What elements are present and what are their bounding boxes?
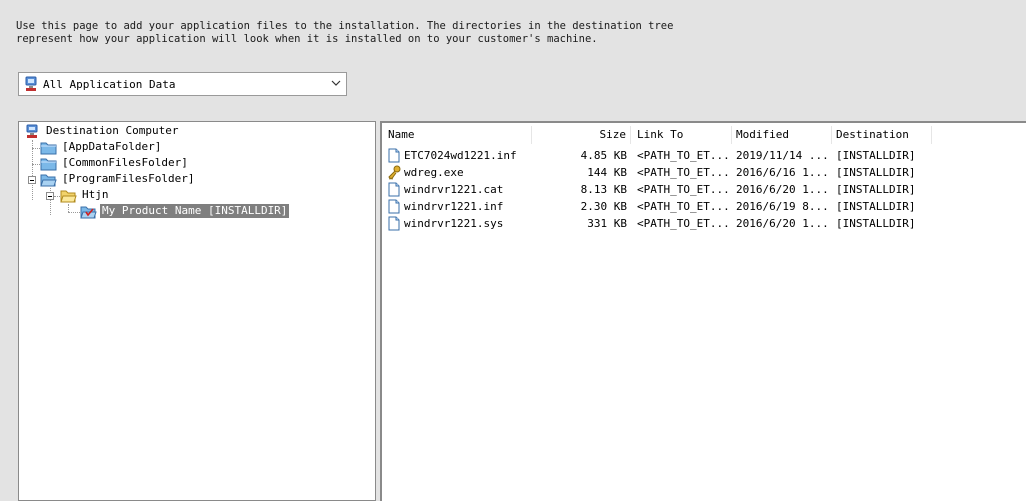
cell-destination: [INSTALLDIR] <box>836 217 916 230</box>
file-icon <box>388 182 400 197</box>
cell-link: <PATH_TO_ET... <box>637 149 730 162</box>
cell-destination: [INSTALLDIR] <box>836 200 916 213</box>
tree-node-commonfilesfolder[interactable]: [CommonFilesFolder] <box>40 155 190 171</box>
cell-modified: 2016/6/20 1... <box>736 217 829 230</box>
cell-modified: 2016/6/20 1... <box>736 183 829 196</box>
tree-node-label: My Product Name [INSTALLDIR] <box>100 204 290 218</box>
key-executable-icon <box>388 165 401 180</box>
tree-node-label: Htjn <box>82 188 109 201</box>
file-icon <box>388 148 400 163</box>
destination-tree[interactable]: Destination Computer [AppDataFolder] [Co… <box>18 121 376 501</box>
filter-selected-value: All Application Data <box>43 77 176 91</box>
installer-computer-icon <box>26 124 38 138</box>
tree-root-destination-computer[interactable]: Destination Computer <box>24 123 180 139</box>
table-row[interactable]: wdreg.exe 144 KB <PATH_TO_ET... 2016/6/1… <box>382 164 1026 181</box>
table-row[interactable]: ETC7024wd1221.inf 4.85 KB <PATH_TO_ET...… <box>382 147 1026 164</box>
folder-icon <box>40 142 57 154</box>
tree-node-label: [AppDataFolder] <box>62 140 162 153</box>
tree-node-label: Destination Computer <box>46 124 179 137</box>
cell-name: windrvr1221.cat <box>404 183 504 196</box>
column-header-modified[interactable]: Modified <box>732 126 832 144</box>
folder-icon <box>40 158 57 170</box>
table-row[interactable]: windrvr1221.cat 8.13 KB <PATH_TO_ET... 2… <box>382 181 1026 198</box>
cell-size: 8.13 KB <box>580 183 627 196</box>
column-header-link-to[interactable]: Link To <box>633 126 732 144</box>
tree-node-programfilesfolder[interactable]: [ProgramFilesFolder] <box>40 171 196 187</box>
column-header-destination[interactable]: Destination <box>832 126 932 144</box>
cell-link: <PATH_TO_ET... <box>637 183 730 196</box>
list-header: Name Size Link To Modified Destination <box>382 126 1026 144</box>
filter-dropdown[interactable]: All Application Data <box>18 72 347 96</box>
chevron-down-icon[interactable] <box>331 78 341 88</box>
collapse-programfiles-toggle[interactable] <box>28 176 36 184</box>
cell-destination: [INSTALLDIR] <box>836 183 916 196</box>
installer-computer-icon <box>25 76 37 91</box>
cell-link: <PATH_TO_ET... <box>637 166 730 179</box>
file-icon <box>388 199 400 214</box>
files-list[interactable]: Name Size Link To Modified Destination E… <box>380 121 1026 501</box>
cell-name: wdreg.exe <box>404 166 464 179</box>
page-description: Use this page to add your application fi… <box>16 20 674 45</box>
tree-node-label: [CommonFilesFolder] <box>62 156 188 169</box>
folder-open-icon <box>40 174 57 186</box>
cell-size: 4.85 KB <box>580 149 627 162</box>
tree-node-appdatafolder[interactable]: [AppDataFolder] <box>40 139 163 155</box>
cell-name: windrvr1221.inf <box>404 200 504 213</box>
cell-name: windrvr1221.sys <box>404 217 504 230</box>
component-folder-icon <box>80 206 97 218</box>
column-header-size[interactable]: Size <box>532 126 631 144</box>
cell-destination: [INSTALLDIR] <box>836 149 916 162</box>
cell-modified: 2019/11/14 ... <box>736 149 829 162</box>
cell-link: <PATH_TO_ET... <box>637 217 730 230</box>
cell-size: 2.30 KB <box>580 200 627 213</box>
cell-destination: [INSTALLDIR] <box>836 166 916 179</box>
cell-modified: 2016/6/19 8... <box>736 200 829 213</box>
column-header-name[interactable]: Name <box>384 126 532 144</box>
table-row[interactable]: windrvr1221.inf 2.30 KB <PATH_TO_ET... 2… <box>382 198 1026 215</box>
file-icon <box>388 216 400 231</box>
folder-open-icon <box>60 190 77 202</box>
cell-name: ETC7024wd1221.inf <box>404 149 517 162</box>
table-row[interactable]: windrvr1221.sys 331 KB <PATH_TO_ET... 20… <box>382 215 1026 232</box>
cell-modified: 2016/6/16 1... <box>736 166 829 179</box>
cell-size: 144 KB <box>587 166 627 179</box>
collapse-htjn-toggle[interactable] <box>46 192 54 200</box>
tree-node-htjn[interactable]: Htjn <box>60 187 111 203</box>
cell-link: <PATH_TO_ET... <box>637 200 730 213</box>
tree-node-label: [ProgramFilesFolder] <box>62 172 195 185</box>
cell-size: 331 KB <box>587 217 627 230</box>
tree-node-installdir[interactable]: My Product Name [INSTALLDIR] <box>80 203 290 219</box>
